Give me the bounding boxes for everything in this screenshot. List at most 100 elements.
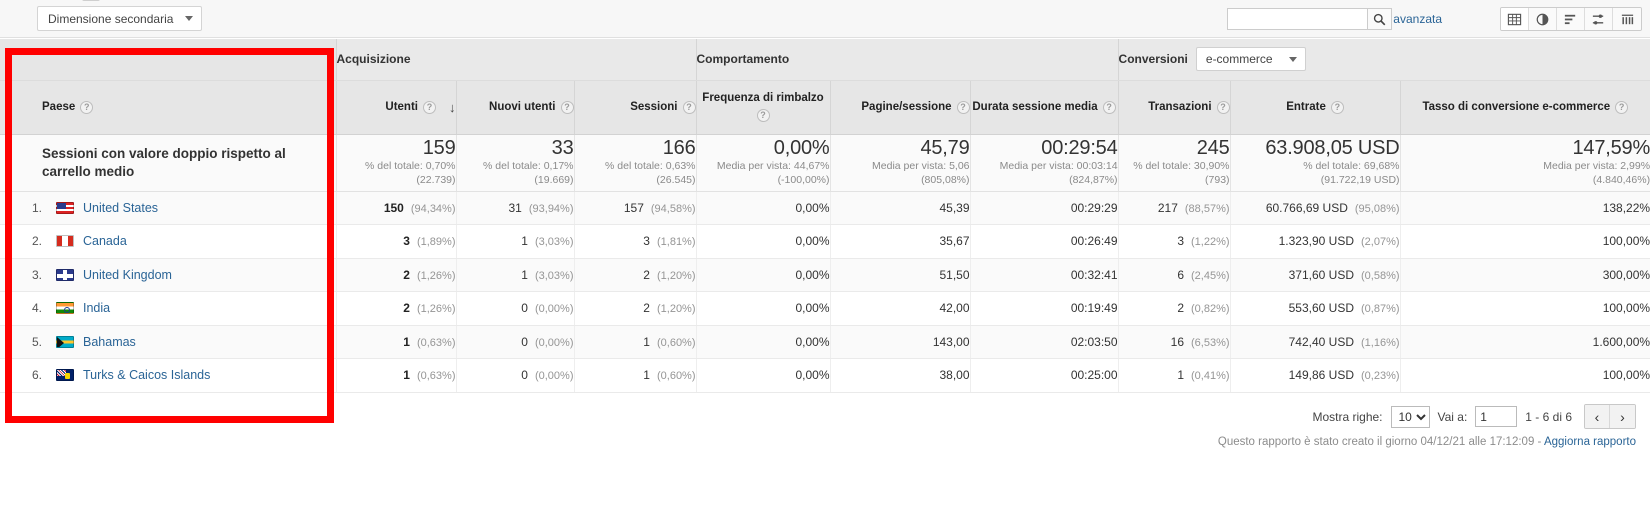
metric-percent: (1,20%) xyxy=(656,269,696,282)
help-icon[interactable]: ? xyxy=(1102,100,1116,114)
cell-entrate: 149,86 USD (0,23%) xyxy=(1230,358,1401,393)
metric-value: 2 xyxy=(643,301,650,316)
country-cell: 3. United Kingdom xyxy=(0,258,337,292)
table-view-button[interactable] xyxy=(1501,8,1529,30)
cell-durata-sessione: 00:29:29 xyxy=(970,191,1119,225)
country-link[interactable]: Turks & Caicos Islands xyxy=(83,368,210,382)
cell-sessioni: 157 (94,58%) xyxy=(574,191,697,225)
secondary-dimension-button[interactable]: Dimensione secondaria xyxy=(37,6,203,31)
country-link[interactable]: Canada xyxy=(83,234,127,248)
pie-chart-view-button[interactable] xyxy=(1529,8,1557,30)
column-header-entrate[interactable]: Entrate ? xyxy=(1230,80,1401,135)
flag-icon-united-states xyxy=(56,201,74,214)
help-icon[interactable]: ? xyxy=(560,100,574,114)
next-page-button[interactable]: › xyxy=(1610,405,1635,428)
column-header-durata-sessione-media[interactable]: Durata sessione media ? xyxy=(970,80,1119,135)
cell-utenti: 1 (0,63%) xyxy=(336,358,457,393)
column-header-pagine-sessione[interactable]: Pagine/sessione ? xyxy=(830,80,971,135)
country-link[interactable]: United Kingdom xyxy=(83,268,172,282)
summary-sub2: (91.722,19 USD) xyxy=(1320,174,1400,186)
metric-value: 16 xyxy=(1170,334,1184,349)
country-link[interactable]: Bahamas xyxy=(83,335,136,349)
advanced-search-link[interactable]: avanzata xyxy=(1393,12,1442,26)
help-icon[interactable]: ? xyxy=(423,100,436,114)
column-header-paese[interactable]: Paese ? xyxy=(0,80,337,135)
table-row[interactable]: 2. Canada 3 (1,89%) 1 (3,03%) 3 (1,81%) 0,0… xyxy=(0,224,1650,259)
cell-pagine-sessione: 45,39 xyxy=(830,191,971,225)
column-header-transazioni[interactable]: Transazioni ? xyxy=(1118,80,1231,135)
column-header-nuovi-utenti[interactable]: Nuovi utenti ? xyxy=(456,80,575,135)
metric-value: 1 xyxy=(403,334,410,349)
column-header-tasso-conversione-ecommerce[interactable]: Tasso di conversione e-commerce ? xyxy=(1400,80,1650,135)
summary-sub1: % del totale: 69,68% xyxy=(1303,159,1400,172)
flag-icon-india xyxy=(56,302,74,315)
cell-nuovi-utenti: 1 (3,03%) xyxy=(456,258,575,292)
group-conversions: Conversioni e-commerce xyxy=(1118,39,1650,81)
table-row[interactable]: 4. India 2 (1,26%) 0 (0,00%) 2 (1,20%) 0,00… xyxy=(0,291,1650,326)
pie-chart-view-icon xyxy=(1536,13,1549,25)
comparison-view-button[interactable] xyxy=(1585,8,1613,30)
metric-percent: (0,87%) xyxy=(1361,303,1400,316)
cell-nuovi-utenti: 31 (93,94%) xyxy=(456,191,575,225)
refresh-report-link[interactable]: Aggiorna rapporto xyxy=(1544,436,1636,448)
cell-transazioni: 217 (88,57%) xyxy=(1118,191,1231,225)
search-icon xyxy=(1373,13,1386,25)
summary-sub2: (4.840,46%) xyxy=(1592,174,1650,186)
summary-cell-entrate: 63.908,05 USD % del totale: 69,68% (91.7… xyxy=(1230,134,1401,192)
help-icon[interactable]: ? xyxy=(80,100,94,114)
secondary-dimension-label: Dimensione secondaria xyxy=(48,11,174,26)
table-row[interactable]: 3. United Kingdom 2 (1,26%) 1 (3,03%) 2 (1,… xyxy=(0,258,1650,292)
row-rank: 6. xyxy=(32,368,43,383)
column-header-sessioni[interactable]: Sessioni ? xyxy=(574,80,697,135)
performance-view-button[interactable] xyxy=(1557,8,1585,30)
help-icon[interactable]: ? xyxy=(956,100,970,114)
help-icon[interactable]: ? xyxy=(756,109,770,122)
pivot-view-button[interactable] xyxy=(1613,8,1641,30)
summary-sub2: (-100,00%) xyxy=(777,174,830,186)
metric-value: 31 xyxy=(508,200,522,215)
summary-cell-durata-sessione: 00:29:54 Media per vista: 00:03:14 (824,… xyxy=(970,134,1119,192)
goto-page-input[interactable] xyxy=(1475,406,1518,427)
country-link[interactable]: United States xyxy=(83,201,158,215)
search-input[interactable] xyxy=(1227,8,1367,30)
metric-value: 742,40 USD xyxy=(1288,334,1354,349)
metric-percent: (94,34%) xyxy=(410,202,456,215)
search-button[interactable] xyxy=(1367,8,1392,30)
cell-utenti: 2 (1,26%) xyxy=(336,291,457,326)
country-cell: 2. Canada xyxy=(0,224,337,259)
help-icon[interactable]: ? xyxy=(682,100,696,114)
column-header-frequenza-di-rimbalzo[interactable]: Frequenza di rimbalzo ? xyxy=(696,80,831,135)
cell-frequenza-rimbalzo: 0,00% xyxy=(696,224,831,259)
summary-sub1: % del totale: 0,63% xyxy=(605,159,696,172)
segment-name-cell: Sessioni con valore doppio rispetto al c… xyxy=(0,134,337,192)
summary-sub2: (793) xyxy=(1205,174,1230,186)
table-row[interactable]: 6. Turks & Caicos Islands 1 (0,63%) 0 (0,0… xyxy=(0,358,1650,393)
cell-nuovi-utenti: 1 (3,03%) xyxy=(456,224,575,259)
metric-value: 2 xyxy=(403,301,410,316)
country-link[interactable]: India xyxy=(83,301,110,315)
help-icon[interactable]: ? xyxy=(1216,100,1230,114)
cell-pagine-sessione: 42,00 xyxy=(830,291,971,326)
metric-value: 1 xyxy=(521,267,528,282)
cell-transazioni: 3 (1,22%) xyxy=(1118,224,1231,259)
cell-durata-sessione: 02:03:50 xyxy=(970,325,1119,359)
cell-pagine-sessione: 35,67 xyxy=(830,224,971,259)
summary-cell-tasso-conversione: 147,59% Media per vista: 2,99% (4.840,46… xyxy=(1400,134,1650,192)
group-behavior: Comportamento xyxy=(696,39,1119,81)
cell-utenti: 1 (0,63%) xyxy=(336,325,457,359)
column-label: Pagine/sessione xyxy=(861,101,952,113)
metric-percent: (0,82%) xyxy=(1191,303,1230,316)
column-header-utenti[interactable]: Utenti ? ↓ xyxy=(336,80,457,135)
group-acquisition: Acquisizione xyxy=(336,39,697,81)
table-row[interactable]: 5. Bahamas 1 (0,63%) 0 (0,00%) 1 (0,60%) 0,… xyxy=(0,325,1650,359)
rows-per-page-select[interactable]: 10 xyxy=(1390,405,1430,428)
previous-page-button[interactable]: ‹ xyxy=(1585,405,1610,428)
help-icon[interactable]: ? xyxy=(1330,100,1344,114)
summary-value: 00:29:54 xyxy=(1041,136,1118,159)
summary-sub2: (22.739) xyxy=(416,174,456,186)
summary-value: 147,59% xyxy=(1572,136,1650,159)
conversions-type-select[interactable]: e-commerce xyxy=(1195,47,1306,72)
help-icon[interactable]: ? xyxy=(1615,100,1629,114)
cell-pagine-sessione: 51,50 xyxy=(830,258,971,292)
table-row[interactable]: 1. United States 150 (94,34%) 31 (93,94%) … xyxy=(0,191,1650,225)
